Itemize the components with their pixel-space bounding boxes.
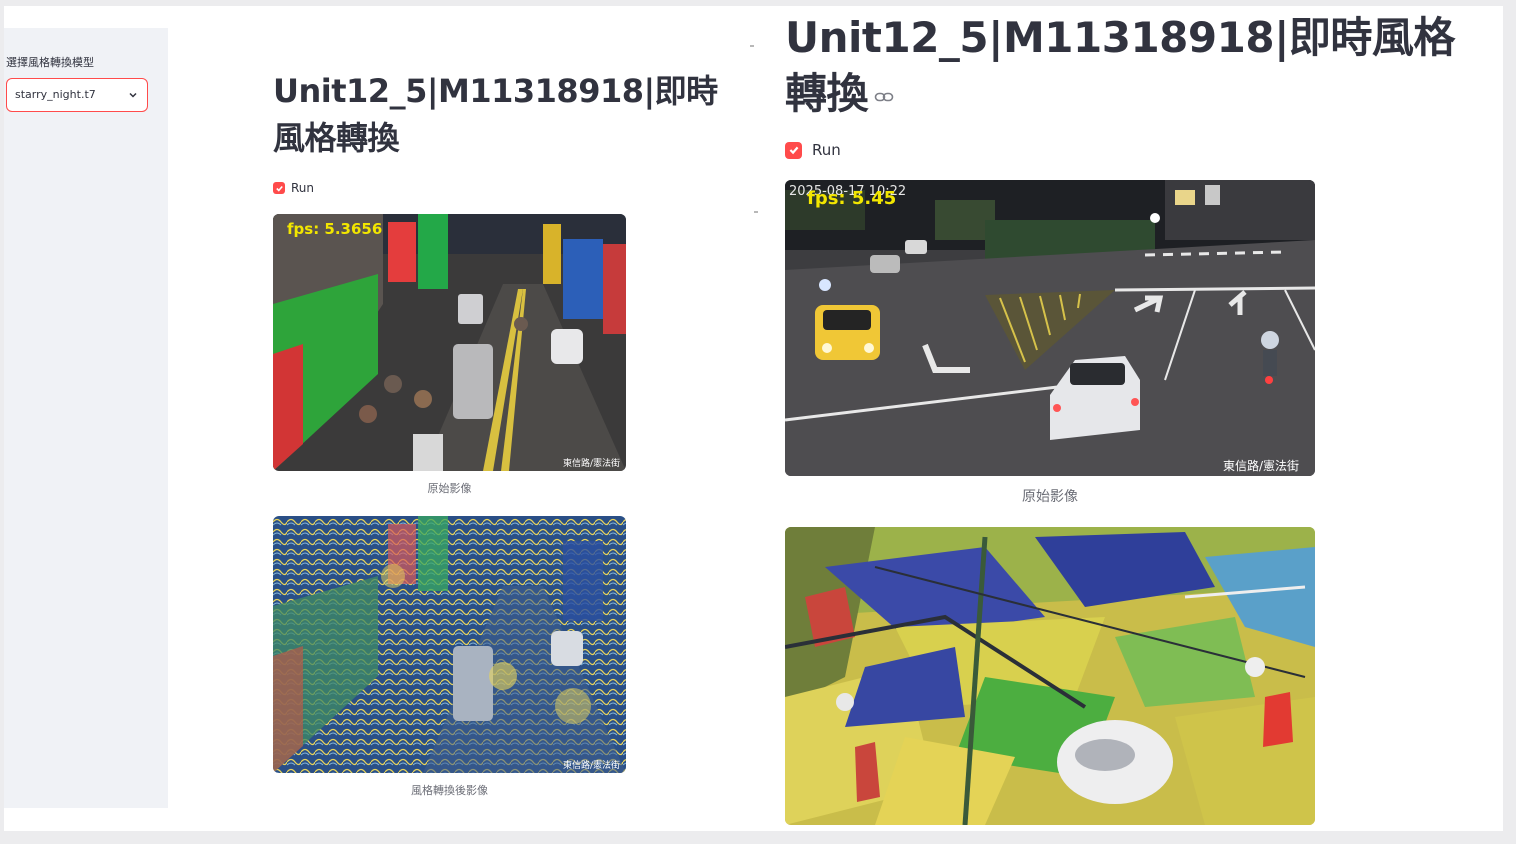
- run-checkbox-label: Run: [291, 181, 315, 195]
- page-title: Unit12_5|M11318918|即時風格轉換: [273, 72, 718, 157]
- model-select-value: starry_night.t7: [15, 88, 96, 101]
- separator-dot: [750, 45, 754, 47]
- left-app-screenshot: 選擇風格轉換模型 starry_night.t7 Unit12_5|M11318…: [4, 6, 754, 808]
- sidebar: 選擇風格轉換模型 starry_night.t7: [4, 28, 168, 808]
- check-icon: [785, 141, 802, 159]
- separator-dot: [754, 211, 758, 213]
- styled-frame-caption: 風格轉換後影像: [411, 784, 488, 797]
- camera-label: 東信路/憲法街: [563, 457, 620, 469]
- model-select-label: 選擇風格轉換模型: [6, 56, 94, 69]
- screenshot-canvas: 選擇風格轉換模型 starry_night.t7 Unit12_5|M11318…: [4, 6, 1503, 831]
- original-frame-caption: 原始影像: [427, 482, 472, 495]
- run-checkbox[interactable]: Run: [785, 141, 841, 159]
- model-select[interactable]: starry_night.t7: [6, 78, 148, 112]
- fps-overlay: fps: 5.45: [807, 188, 896, 209]
- run-checkbox-label: Run: [812, 141, 841, 159]
- styled-video-frame: [785, 527, 1315, 825]
- run-checkbox[interactable]: Run: [273, 181, 314, 195]
- original-frame-caption: 原始影像: [1022, 489, 1078, 505]
- page-title: Unit12_5|M11318918|即時風格轉換: [785, 10, 1485, 122]
- styled-video-frame: 東信路/憲法街: [273, 516, 626, 773]
- fps-overlay: fps: 5.3656: [287, 220, 382, 238]
- original-video-frame: fps: 5.3656 東信路/憲法街: [273, 214, 626, 471]
- chevron-down-icon: [129, 92, 137, 98]
- camera-label: 東信路/憲法街: [563, 759, 620, 771]
- camera-label: 東信路/憲法街: [1223, 458, 1299, 473]
- original-video-frame: 2025-08-17 10:22 fps: 5.45 東信路/憲法街: [785, 180, 1315, 476]
- link-icon[interactable]: [874, 90, 894, 104]
- check-icon: [273, 182, 285, 194]
